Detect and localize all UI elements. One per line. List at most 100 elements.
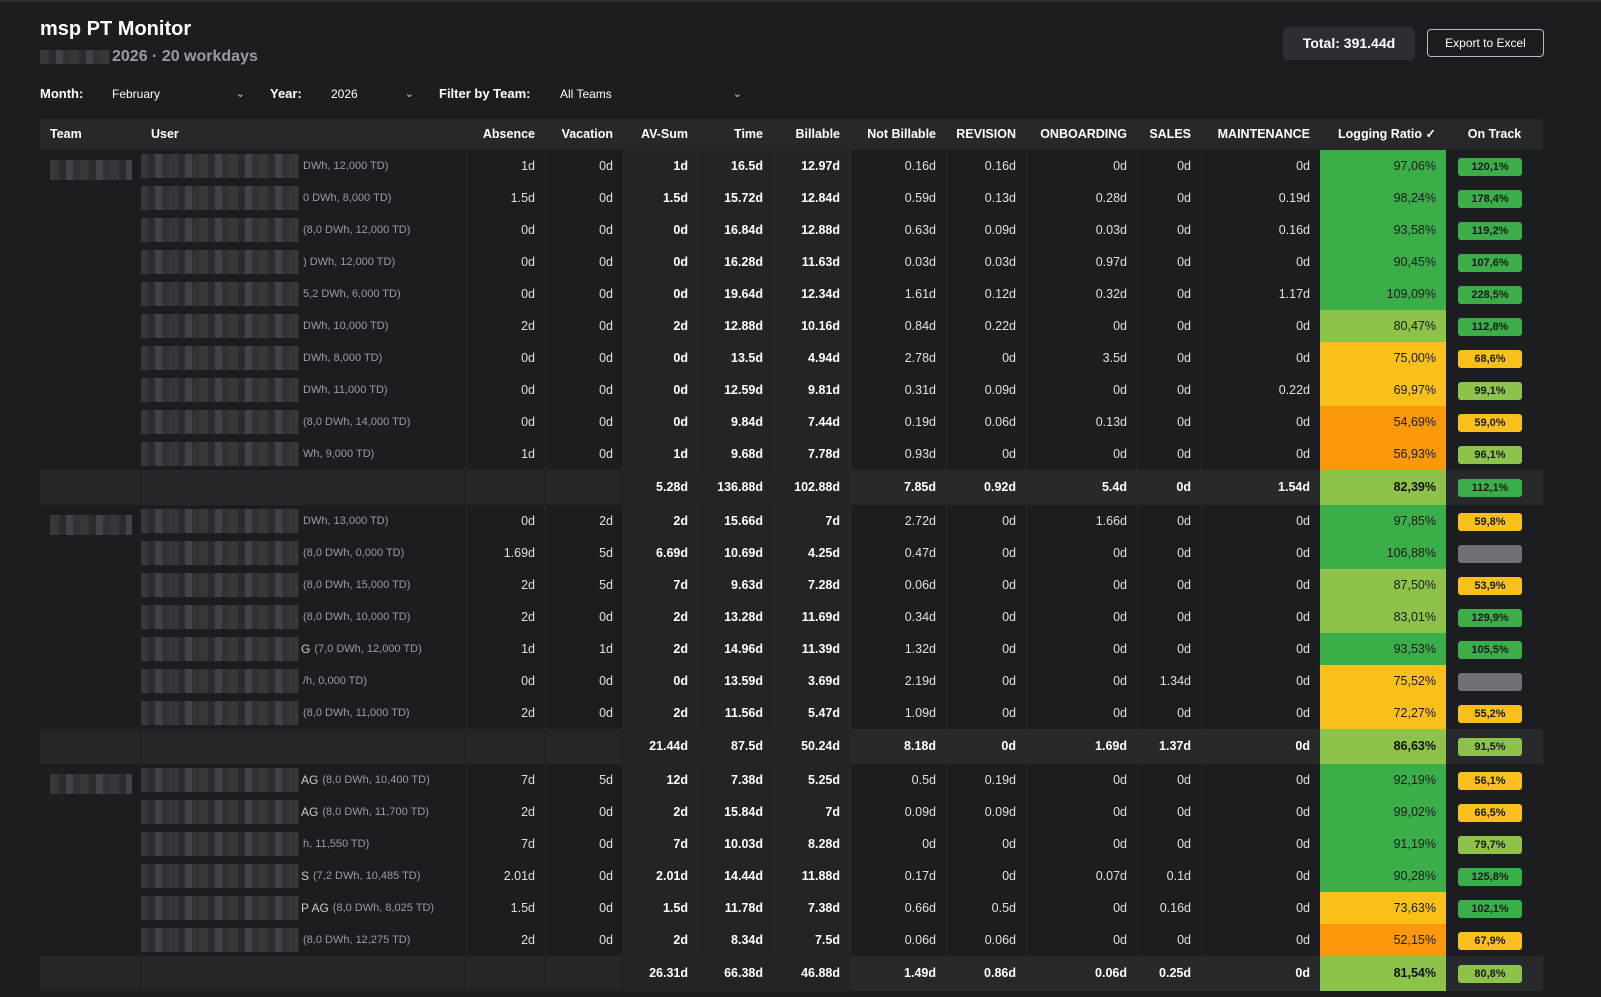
on-track-cell: 178,4%	[1446, 182, 1543, 214]
user-workload-meta: DWh, 8,000 TD)	[303, 352, 383, 364]
user-cell: 5,2 DWh, 6,000 TD)	[141, 278, 466, 310]
col-header-onboarding[interactable]: ONBOARDING	[1026, 119, 1137, 150]
maintenance-cell: 0d	[1201, 764, 1320, 796]
time-cell: 13.5d	[698, 342, 773, 374]
maintenance-cell: 0d	[1201, 924, 1320, 956]
av-sum-cell: 1.5d	[623, 182, 698, 214]
logging-ratio-cell: 109,09%	[1320, 278, 1446, 310]
col-header-logging-ratio[interactable]: Logging Ratio ✓	[1320, 119, 1446, 150]
onboarding-cell: 0.06d	[1095, 966, 1127, 980]
billable-cell: 5.47d	[773, 697, 850, 729]
on-track-badge: 79,7%	[1458, 835, 1522, 854]
logging-ratio-cell: 93,53%	[1320, 633, 1446, 665]
on-track-cell: 107,6%	[1446, 246, 1543, 278]
sales-cell: 0d	[1137, 438, 1201, 470]
redacted-block	[141, 800, 299, 824]
col-header-on-track[interactable]: On Track	[1446, 119, 1543, 150]
team-total-row: 26.31d 66.38d 46.88d 1.49d 0.86d 0.06d 0.25d 0d…	[40, 956, 1543, 991]
absence-cell: 0d	[466, 505, 545, 537]
sales-cell: 0d	[1137, 374, 1201, 406]
redacted-block	[141, 605, 299, 629]
col-header-user[interactable]: User	[141, 119, 466, 150]
redacted-block	[141, 896, 299, 920]
user-cell: G (7,0 DWh, 12,000 TD)	[141, 633, 466, 665]
year-select[interactable]: 2026 ⌄	[331, 82, 414, 106]
user-workload-meta: DWh, 13,000 TD)	[303, 515, 389, 527]
col-header-billable[interactable]: Billable	[773, 119, 850, 150]
table-row: DWh, 13,000 TD) 0d 2d 2d 15.66d 7d 2.72d 0d 1.66…	[40, 505, 1543, 537]
user-workload-meta: (8,0 DWh, 11,000 TD)	[303, 707, 410, 719]
logging-ratio-cell: 69,97%	[1320, 374, 1446, 406]
vacation-cell: 5d	[545, 537, 623, 569]
onboarding-cell: 0d	[1026, 569, 1137, 601]
user-workload-meta: DWh, 10,000 TD)	[303, 320, 389, 332]
table-row: AG (8,0 DWh, 11,700 TD) 2d 0d 2d 15.84d 7d 0.09…	[40, 796, 1543, 828]
col-header-team[interactable]: Team	[40, 119, 141, 150]
export-to-excel-button[interactable]: Export to Excel	[1427, 29, 1544, 57]
user-cell: (8,0 DWh, 10,000 TD)	[141, 601, 466, 633]
revision-cell: 0.22d	[946, 310, 1026, 342]
sales-cell: 0d	[1137, 406, 1201, 438]
col-header-vacation[interactable]: Vacation	[545, 119, 623, 150]
team-cell	[40, 374, 141, 406]
maintenance-cell: 0d	[1201, 633, 1320, 665]
on-track-cell: 59,0%	[1446, 406, 1543, 438]
billable-cell: 4.94d	[773, 342, 850, 374]
maintenance-cell: 0d	[1201, 697, 1320, 729]
time-cell: 87.5d	[698, 729, 773, 764]
user-workload-meta: 5,2 DWh, 6,000 TD)	[303, 288, 401, 300]
on-track-badge: 99,1%	[1458, 381, 1522, 400]
logging-ratio-cell: 93,58%	[1320, 214, 1446, 246]
user-workload-meta: (8,0 DWh, 15,000 TD)	[303, 579, 411, 591]
onboarding-cell: 0d	[1026, 374, 1137, 406]
col-header-absence[interactable]: Absence	[466, 119, 545, 150]
logging-ratio-cell: 90,45%	[1320, 246, 1446, 278]
col-header-revision[interactable]: REVISION	[946, 119, 1026, 150]
team-filter-value: All Teams	[560, 87, 612, 101]
revision-cell: 0.09d	[946, 214, 1026, 246]
user-name: AG	[301, 805, 319, 819]
sales-cell: 0d	[1137, 342, 1201, 374]
month-select[interactable]: February ⌄	[112, 82, 245, 106]
on-track-cell: 119,2%	[1446, 214, 1543, 246]
logging-ratio-cell: 86,63%	[1320, 729, 1446, 764]
logging-ratio-cell: 72,27%	[1320, 697, 1446, 729]
col-header-not-billable[interactable]: Not Billable	[850, 119, 946, 150]
table-row: P AG (8,0 DWh, 8,025 TD) 1.5d 0d 1.5d 11.78d 7…	[40, 892, 1543, 924]
col-header-time[interactable]: Time	[698, 119, 773, 150]
absence-cell: 1d	[466, 150, 545, 182]
av-sum-cell: 0d	[623, 278, 698, 310]
not-billable-cell: 0.16d	[850, 150, 946, 182]
logging-ratio-cell: 83,01%	[1320, 601, 1446, 633]
user-workload-meta: (8,0 DWh, 12,275 TD)	[303, 934, 411, 946]
sales-cell: 0d	[1137, 633, 1201, 665]
onboarding-cell: 0d	[1026, 150, 1137, 182]
absence-cell	[466, 729, 545, 764]
revision-cell: 0.16d	[946, 150, 1026, 182]
col-header-av-sum[interactable]: AV-Sum	[623, 119, 698, 150]
av-sum-cell: 2d	[623, 796, 698, 828]
on-track-badge: 228,5%	[1458, 285, 1522, 304]
onboarding-cell: 0.97d	[1026, 246, 1137, 278]
team-filter-select[interactable]: All Teams ⌄	[560, 82, 742, 106]
not-billable-cell: 0.06d	[850, 924, 946, 956]
billable-cell: 50.24d	[773, 729, 850, 764]
col-header-maintenance[interactable]: MAINTENANCE	[1201, 119, 1320, 150]
user-workload-meta: h, 11,550 TD)	[303, 838, 370, 850]
team-filter-label: Filter by Team:	[439, 86, 531, 101]
on-track-badge: 91,5%	[1458, 737, 1522, 756]
vacation-cell: 0d	[545, 278, 623, 310]
av-sum-cell: 2d	[623, 697, 698, 729]
absence-cell: 0d	[466, 278, 545, 310]
user-cell: (8,0 DWh, 0,000 TD)	[141, 537, 466, 569]
vacation-cell: 1d	[545, 633, 623, 665]
redacted-block	[141, 541, 299, 565]
col-header-sales[interactable]: SALES	[1137, 119, 1201, 150]
redacted-block	[141, 154, 299, 178]
sales-cell: 0d	[1137, 310, 1201, 342]
redacted-block	[141, 314, 299, 338]
sales-cell: 0d	[1137, 601, 1201, 633]
on-track-cell: 105,5%	[1446, 633, 1543, 665]
on-track-badge	[1458, 544, 1522, 563]
on-track-badge: 129,9%	[1458, 608, 1522, 627]
